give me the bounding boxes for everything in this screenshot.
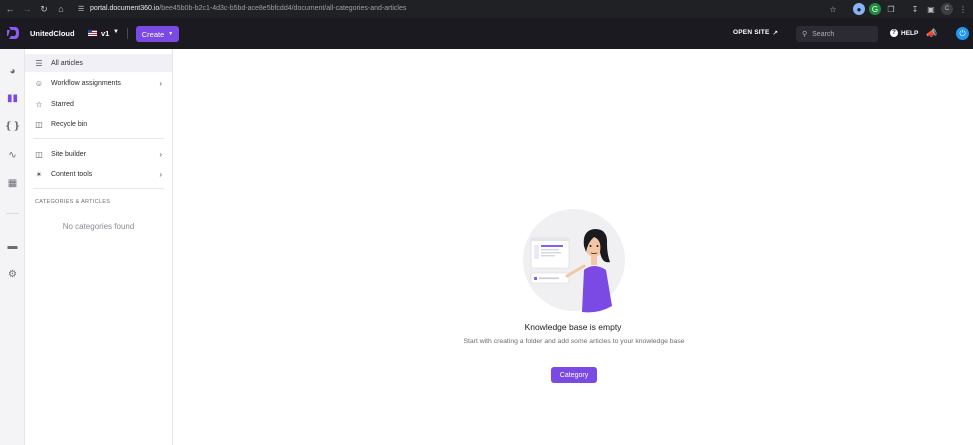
sidebar-item-label: Recycle bin: [51, 120, 88, 128]
chevron-right-icon: ›: [159, 149, 162, 159]
browser-toolbar: ← → ↻ ⌂ ☰ portal.document360.io /bee45b0…: [0, 0, 973, 18]
help-label: HELP: [901, 29, 919, 37]
caret-down-icon: ▼: [168, 31, 174, 37]
sidebar-item-content-tools[interactable]: ✴ Content tools ›: [25, 165, 172, 183]
categories-section-title: CATEGORIES & ARTICLES: [35, 199, 111, 205]
api-icon[interactable]: ❴❵: [4, 120, 21, 133]
project-name[interactable]: UnitedCloud: [30, 29, 75, 38]
star-icon: ☆: [35, 99, 43, 109]
address-bar[interactable]: ☰ portal.document360.io /bee45b0b-b2c1-4…: [78, 1, 848, 16]
chevron-right-icon: ›: [159, 169, 162, 179]
settings-icon[interactable]: ⚙: [6, 268, 19, 281]
caret-down-icon[interactable]: ▼: [113, 29, 119, 35]
documents-sidebar: ☰ All articles ☺ Workflow assignments › …: [25, 49, 173, 445]
list-icon: ☰: [35, 58, 43, 68]
back-icon[interactable]: ←: [1, 0, 19, 18]
site-info-icon[interactable]: ☰: [78, 5, 90, 13]
workflow-icon: ☺: [34, 78, 44, 88]
no-categories-message: No categories found: [62, 222, 135, 231]
module-rail: ◕ ▮▮ ❴❵ ∿ ▦ ▬ ⚙: [0, 49, 25, 445]
profile-avatar[interactable]: C: [941, 3, 953, 15]
sidebar-item-label: Workflow assignments: [51, 79, 121, 87]
version-selector[interactable]: v1: [101, 29, 109, 38]
rail-divider: [6, 213, 19, 214]
open-site-label: OPEN SITE: [733, 29, 770, 36]
grammar-extension-icon[interactable]: G: [869, 3, 881, 15]
create-category-button[interactable]: Category: [551, 367, 597, 383]
sidebar-item-workflow-assignments[interactable]: ☺ Workflow assignments ›: [25, 74, 172, 92]
more-menu-icon[interactable]: ⋮: [957, 3, 969, 15]
sidebar-item-label: Content tools: [51, 170, 93, 178]
site-builder-icon: ◫: [35, 149, 43, 159]
app-header: UnitedCloud v1 ▼ Create ▼ OPEN SITE ↗ ⚲ …: [0, 18, 973, 49]
create-button[interactable]: Create ▼: [136, 26, 179, 42]
content-tools-icon: ✴: [35, 169, 43, 179]
main-content: Knowledge base is empty Start with creat…: [173, 49, 973, 445]
sidebar-item-recycle-bin[interactable]: ◫ Recycle bin: [25, 115, 172, 133]
url-path: /bee45b0b-b2c1-4d3c-b5bd-ace8e5bfcdd4/do…: [159, 5, 407, 12]
download-icon[interactable]: ↧: [909, 3, 921, 15]
trash-icon: ◫: [35, 119, 43, 129]
sidebar-item-label: Site builder: [51, 150, 87, 158]
create-button-label: Create: [141, 29, 165, 39]
open-site-link[interactable]: OPEN SITE ↗: [733, 29, 778, 37]
sidebar-divider: [33, 138, 164, 139]
header-divider: [127, 28, 128, 39]
document360-logo[interactable]: [6, 26, 20, 40]
documents-icon[interactable]: ▮▮: [6, 92, 19, 105]
sidebar-item-site-builder[interactable]: ◫ Site builder ›: [25, 145, 172, 163]
url-host: portal.document360.io: [90, 5, 160, 12]
power-icon[interactable]: ⏻: [956, 27, 969, 40]
empty-knowledge-base-illustration: [523, 209, 625, 313]
sidebar-divider: [33, 188, 164, 189]
extensions-puzzle-icon[interactable]: ❒: [885, 3, 897, 15]
reload-icon[interactable]: ↻: [35, 0, 53, 18]
search-icon: ⚲: [802, 31, 808, 38]
empty-state-description: Start with creating a folder and add som…: [463, 338, 685, 345]
sidebar-item-all-articles[interactable]: ☰ All articles: [25, 54, 172, 72]
sidebar-item-label: Starred: [51, 100, 74, 108]
external-link-icon: ↗: [772, 30, 779, 37]
dashboard-icon[interactable]: ◕: [6, 65, 19, 78]
bookmark-star-icon[interactable]: ☆: [827, 3, 839, 15]
analytics-icon[interactable]: ∿: [6, 149, 19, 162]
us-flag-icon: [88, 30, 97, 36]
home-icon[interactable]: ⌂: [52, 0, 70, 18]
chevron-right-icon: ›: [159, 78, 162, 88]
drive-icon[interactable]: ▬: [6, 240, 19, 253]
widgets-icon[interactable]: ▦: [6, 177, 19, 190]
empty-state-title: Knowledge base is empty: [524, 322, 622, 332]
browser-extensions: ☆ ● G ❒ ↧ ▣ C ⋮: [827, 0, 969, 18]
sidebar-panel-icon[interactable]: ▣: [925, 3, 937, 15]
sidebar-item-starred[interactable]: ☆ Starred: [25, 95, 172, 113]
search-input[interactable]: ⚲ Search: [796, 26, 878, 42]
help-icon: ?: [890, 29, 898, 37]
help-button[interactable]: ? HELP: [890, 29, 918, 37]
search-placeholder: Search: [812, 30, 835, 38]
megaphone-icon[interactable]: 📣: [926, 28, 937, 39]
forward-icon[interactable]: →: [18, 0, 36, 18]
sidebar-item-label: All articles: [51, 59, 83, 67]
extension-icon[interactable]: ●: [853, 3, 865, 15]
